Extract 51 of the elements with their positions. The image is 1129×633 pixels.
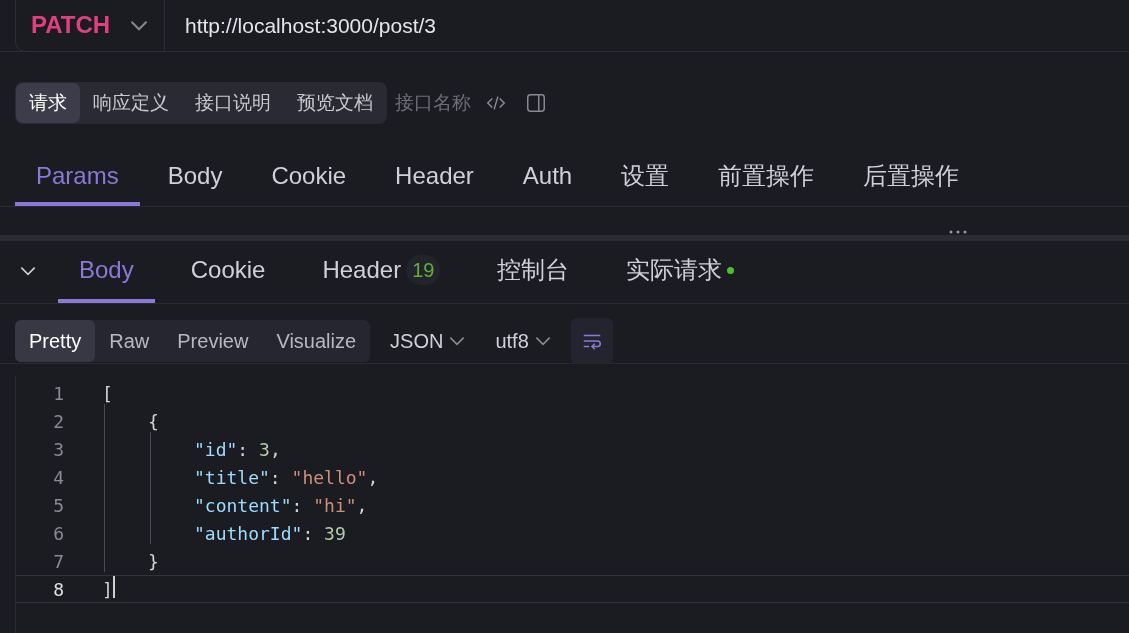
code-line: ] xyxy=(102,577,113,602)
chevron-down-icon xyxy=(449,335,466,346)
mode-tab[interactable]: 接口说明 xyxy=(182,83,284,123)
response-tab[interactable]: 控制台 xyxy=(476,241,591,303)
response-tab[interactable]: 实际请求 xyxy=(605,241,756,303)
request-tab[interactable]: Auth xyxy=(501,149,594,206)
mode-tab[interactable]: 预览文档 xyxy=(284,83,386,123)
code-line: } xyxy=(147,549,159,574)
view-tab[interactable]: Visualize xyxy=(262,319,371,362)
line-number: 5 xyxy=(52,493,64,518)
code-line: [ xyxy=(102,381,113,406)
request-tab[interactable]: Header xyxy=(374,149,495,206)
line-number: 4 xyxy=(52,465,64,490)
line-number: 2 xyxy=(52,409,64,434)
chevron-down-icon xyxy=(20,266,36,276)
view-tab[interactable]: Preview xyxy=(163,319,263,362)
drag-handle-icon[interactable] xyxy=(948,229,968,235)
line-number: 6 xyxy=(52,521,64,546)
response-tab[interactable]: Body xyxy=(58,241,155,303)
line-number: 1 xyxy=(52,381,64,406)
code-line: "authorId": 39 xyxy=(193,521,346,546)
method-select[interactable]: PATCH xyxy=(15,0,165,52)
code-line: "content": "hi", xyxy=(193,493,368,518)
wrap-button[interactable] xyxy=(570,317,613,364)
view-tab[interactable]: Raw xyxy=(95,319,164,362)
request-tab[interactable]: Cookie xyxy=(250,149,368,206)
code-line: { xyxy=(147,409,159,434)
url-field[interactable]: http://localhost:3000/post/3 xyxy=(185,9,1129,42)
line-number: 8 xyxy=(52,577,64,602)
mode-tab[interactable]: 响应定义 xyxy=(80,83,182,123)
name-field[interactable]: 接口名称 xyxy=(395,88,475,118)
response-tab[interactable]: Header 19 xyxy=(301,241,462,303)
code-line: "id": 3, xyxy=(193,437,281,462)
line-number: 7 xyxy=(52,549,64,574)
line-number: 3 xyxy=(52,437,64,462)
encoding-select[interactable]: utf8 xyxy=(495,325,551,356)
request-tab[interactable]: Body xyxy=(146,149,244,206)
response-tab[interactable]: Cookie xyxy=(169,241,287,303)
text-cursor xyxy=(112,575,115,598)
request-tab[interactable]: 前置操作 xyxy=(697,149,836,206)
format-select[interactable]: JSON xyxy=(390,325,466,356)
request-tab[interactable]: 后置操作 xyxy=(842,149,981,206)
panel-icon[interactable] xyxy=(525,92,547,114)
chevron-down-icon xyxy=(130,19,149,31)
mode-tab[interactable]: 请求 xyxy=(16,83,80,123)
view-tab[interactable]: Pretty xyxy=(15,319,96,362)
request-tab[interactable]: Params xyxy=(15,149,140,206)
request-tab[interactable]: 设置 xyxy=(600,149,691,206)
count-badge: 19 xyxy=(406,255,441,285)
chevron-down-icon xyxy=(534,335,551,346)
code-line: "title": "hello", xyxy=(193,465,379,490)
